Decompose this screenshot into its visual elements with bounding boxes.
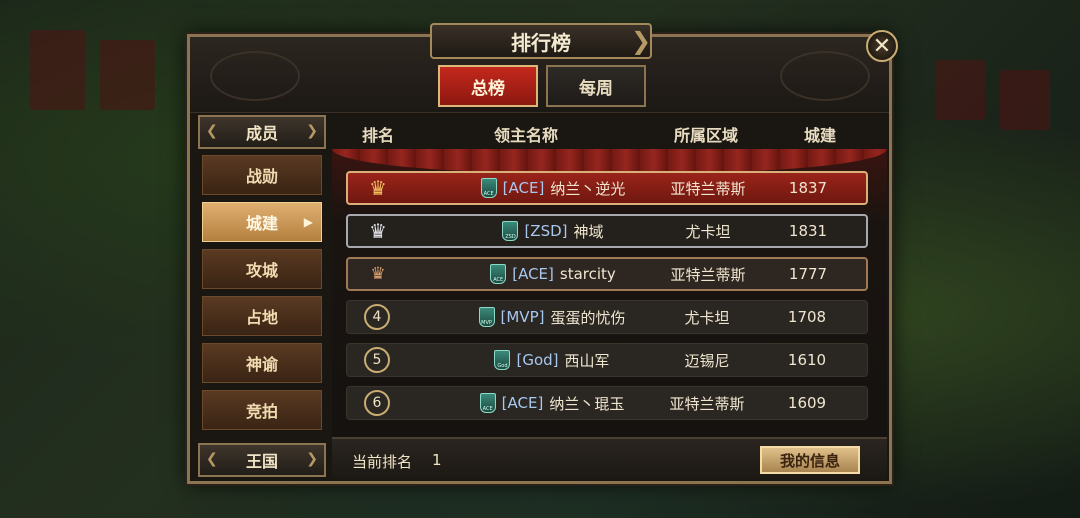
guild-emblem-icon: ZSD	[502, 221, 519, 241]
sidebar-item-merit[interactable]: 战勋	[202, 155, 322, 195]
bronze-crown-icon: ♛	[370, 264, 386, 284]
guild-tag: [ACE]	[501, 394, 544, 412]
ranking-list[interactable]: ♛ ACE [ACE] 纳兰丶逆光 亚特兰蒂斯 1837 ♛ ZSD [ZSD]…	[332, 149, 887, 437]
score-cell: 1708	[787, 308, 827, 326]
rank-cell: 6	[363, 389, 391, 417]
sidebar-header-kingdom[interactable]: ❮ 王国 ❯	[198, 443, 326, 477]
sidebar-item-siege[interactable]: 攻城	[202, 249, 322, 289]
table-row[interactable]: ♛ ZSD [ZSD] 神域 尤卡坦 1831	[346, 214, 868, 248]
region-cell: 尤卡坦	[685, 222, 731, 241]
emblem-text: ACE	[493, 277, 504, 283]
emblem-text: ZSD	[505, 234, 516, 240]
tab-bar: 总榜 每周	[438, 65, 646, 107]
guild-emblem-icon: MVP	[478, 307, 495, 327]
lord-name-cell: MVP [MVP] 蛋蛋的忧伤	[437, 307, 667, 328]
chevron-right-icon: ❯	[306, 123, 318, 139]
title-ornament-right: ❯	[630, 27, 652, 55]
lord-name: 纳兰丶逆光	[550, 179, 626, 198]
sidebar-item-construction[interactable]: 城建 ▶	[202, 202, 322, 242]
current-rank-value: 1	[432, 451, 442, 469]
guild-emblem-icon: ACE	[480, 178, 497, 198]
guild-emblem-icon: ACE	[490, 264, 507, 284]
decor-arc-left	[210, 51, 300, 101]
current-rank-label: 当前排名	[352, 453, 413, 471]
close-button[interactable]: ✕	[866, 30, 898, 62]
guild-tag: [God]	[516, 351, 559, 369]
dialog-title-text: 排行榜	[511, 30, 571, 55]
score-cell: 1777	[788, 265, 828, 283]
region-cell: 亚特兰蒂斯	[670, 179, 746, 198]
lord-name: 蛋蛋的忧伤	[550, 308, 626, 327]
my-info-button[interactable]: 我的信息	[760, 446, 860, 474]
guild-tag: [ZSD]	[524, 222, 568, 240]
lord-name-cell: ZSD [ZSD] 神域	[438, 221, 668, 242]
rank-number: 4	[364, 304, 390, 330]
sidebar-item-auction[interactable]: 竞拍	[202, 390, 322, 430]
chevron-left-icon: ❮	[206, 451, 218, 467]
region-cell: 亚特兰蒂斯	[670, 265, 746, 284]
score-cell: 1831	[788, 222, 828, 240]
column-lord-name: 领主名称	[494, 126, 559, 145]
lord-name: 神域	[573, 222, 604, 241]
column-rank: 排名	[362, 126, 395, 145]
sidebar-header-members[interactable]: ❮ 成员 ❯	[198, 115, 326, 149]
lord-name-cell: God [God] 西山军	[437, 350, 667, 371]
lord-name-cell: ACE [ACE] 纳兰丶逆光	[438, 178, 668, 199]
sidebar-item-oracle[interactable]: 神谕	[202, 343, 322, 383]
column-construction: 城建	[804, 126, 837, 145]
lord-name: starcity	[559, 265, 616, 283]
table-row[interactable]: ♛ ACE [ACE] 纳兰丶逆光 亚特兰蒂斯 1837	[346, 171, 868, 205]
region-cell: 尤卡坦	[684, 308, 730, 327]
emblem-text: ACE	[483, 191, 494, 197]
rank-cell: ♛	[364, 217, 392, 245]
region-cell: 迈锡尼	[684, 351, 730, 370]
sidebar-item-construction-label: 城建	[245, 214, 278, 233]
stage-curtain	[332, 149, 887, 173]
sidebar-item-territory[interactable]: 占地	[202, 296, 322, 336]
silver-crown-icon: ♛	[369, 219, 387, 243]
table-row[interactable]: 5 God [God] 西山军 迈锡尼 1610	[346, 343, 868, 377]
decor-arc-right	[780, 51, 870, 101]
score-cell: 1610	[787, 351, 827, 369]
lord-name: 纳兰丶琨玉	[549, 394, 625, 413]
play-arrow-icon: ▶	[303, 215, 313, 229]
guild-emblem-icon: God	[494, 350, 511, 370]
guild-emblem-icon: ACE	[479, 393, 496, 413]
column-region: 所属区域	[674, 126, 739, 145]
guild-tag: [ACE]	[502, 179, 545, 197]
chevron-left-icon: ❮	[206, 123, 218, 139]
tab-weekly[interactable]: 每周	[546, 65, 646, 107]
sidebar-header-kingdom-label: 王国	[245, 452, 278, 471]
emblem-text: ACE	[482, 406, 493, 412]
category-sidebar: ❮ 成员 ❯ 战勋 城建 ▶ 攻城 占地 神谕 竞拍 ❮ 王国 ❯	[198, 113, 326, 481]
table-row[interactable]: 4 MVP [MVP] 蛋蛋的忧伤 尤卡坦 1708	[346, 300, 868, 334]
rank-cell: 4	[363, 303, 391, 331]
tab-overall[interactable]: 总榜	[438, 65, 538, 107]
region-cell: 亚特兰蒂斯	[669, 394, 745, 413]
guild-tag: [ACE]	[512, 265, 554, 283]
chevron-right-icon: ❯	[306, 451, 318, 467]
lord-name-cell: ACE [ACE] starcity	[438, 264, 668, 284]
leaderboard-dialog: ❮ 排行榜 ❯ 总榜 每周 ❮ 成员 ❯ 战勋 城建 ▶ 攻城 占地 神谕 竞拍…	[187, 23, 892, 484]
ranking-footer: 当前排名 1 我的信息	[332, 437, 887, 479]
score-cell: 1609	[787, 394, 827, 412]
guild-tag: [MVP]	[500, 308, 545, 326]
emblem-text: MVP	[481, 320, 492, 326]
rank-cell: ♛	[364, 174, 392, 202]
table-row[interactable]: 6 ACE [ACE] 纳兰丶琨玉 亚特兰蒂斯 1609	[346, 386, 868, 420]
emblem-text: God	[497, 363, 508, 369]
score-cell: 1837	[788, 179, 828, 197]
gold-crown-icon: ♛	[369, 176, 387, 200]
rank-number: 6	[364, 390, 390, 416]
close-icon: ✕	[872, 33, 892, 59]
rank-cell: ♛	[364, 260, 392, 288]
sidebar-header-members-label: 成员	[245, 124, 278, 143]
table-header: 排名 领主名称 所属区域 城建	[332, 115, 887, 149]
lord-name: 西山军	[564, 351, 610, 370]
lord-name-cell: ACE [ACE] 纳兰丶琨玉	[437, 393, 667, 414]
rank-number: 5	[364, 347, 390, 373]
rank-cell: 5	[363, 346, 391, 374]
table-row[interactable]: ♛ ACE [ACE] starcity 亚特兰蒂斯 1777	[346, 257, 868, 291]
